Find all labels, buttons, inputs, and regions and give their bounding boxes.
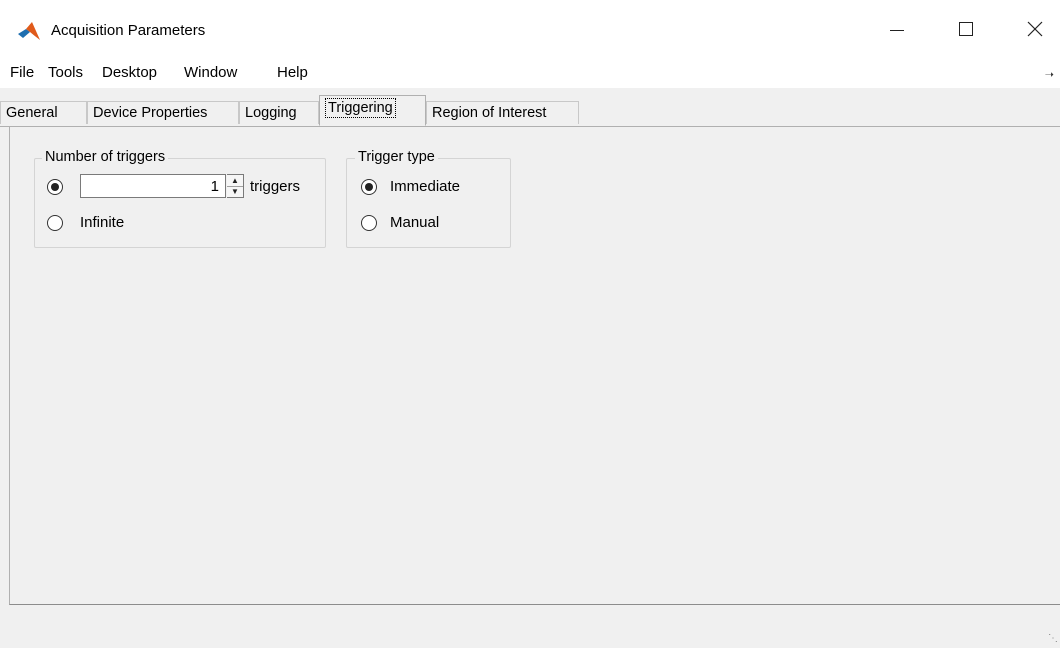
trigger-type-legend: Trigger type [355,149,438,165]
menu-desktop[interactable]: Desktop [102,64,157,81]
menu-help[interactable]: Help [277,64,308,81]
toolbar-dock-arrow-icon[interactable]: ➝ [1045,68,1054,81]
trigger-count-unit: triggers [250,178,301,195]
menu-file[interactable]: File [10,64,34,81]
number-of-triggers-legend: Number of triggers [42,149,169,165]
maximize-button[interactable] [940,0,996,58]
close-button[interactable] [1008,0,1060,58]
infinite-triggers-radio[interactable] [47,215,63,231]
tab-strip: General Device Properties Logging Trigge… [0,95,1060,127]
trigger-type-group: Trigger type [346,149,511,248]
tab-triggering[interactable]: Triggering [319,95,426,126]
tab-general[interactable]: General [0,101,87,124]
tab-logging[interactable]: Logging [239,101,319,124]
matlab-icon [18,22,40,40]
trigger-count-input[interactable]: 1 [80,174,226,198]
menu-bar: File Tools Desktop Window Help ➝ [0,58,1060,88]
tab-device-properties[interactable]: Device Properties [87,101,239,124]
trigger-count-radio[interactable] [47,179,63,195]
manual-label[interactable]: Manual [390,214,439,231]
infinite-triggers-label[interactable]: Infinite [80,214,124,231]
tab-triggering-label: Triggering [325,98,396,118]
immediate-radio[interactable] [361,179,377,195]
menu-window[interactable]: Window [184,64,237,81]
close-icon [1027,21,1043,37]
trigger-count-value: 1 [210,178,219,195]
tab-region-of-interest[interactable]: Region of Interest [426,101,579,124]
manual-radio[interactable] [361,215,377,231]
minimize-button[interactable] [870,0,926,58]
number-of-triggers-group: Number of triggers [34,149,326,248]
resize-grip-icon[interactable]: ⋱ [1048,633,1058,644]
menu-tools[interactable]: Tools [48,64,83,81]
title-bar: Acquisition Parameters [0,0,1060,58]
immediate-label[interactable]: Immediate [390,178,460,195]
trigger-count-spinner[interactable]: ▲ ▼ [227,174,244,198]
window-title: Acquisition Parameters [51,22,206,39]
down-arrow-icon[interactable]: ▼ [227,186,243,197]
